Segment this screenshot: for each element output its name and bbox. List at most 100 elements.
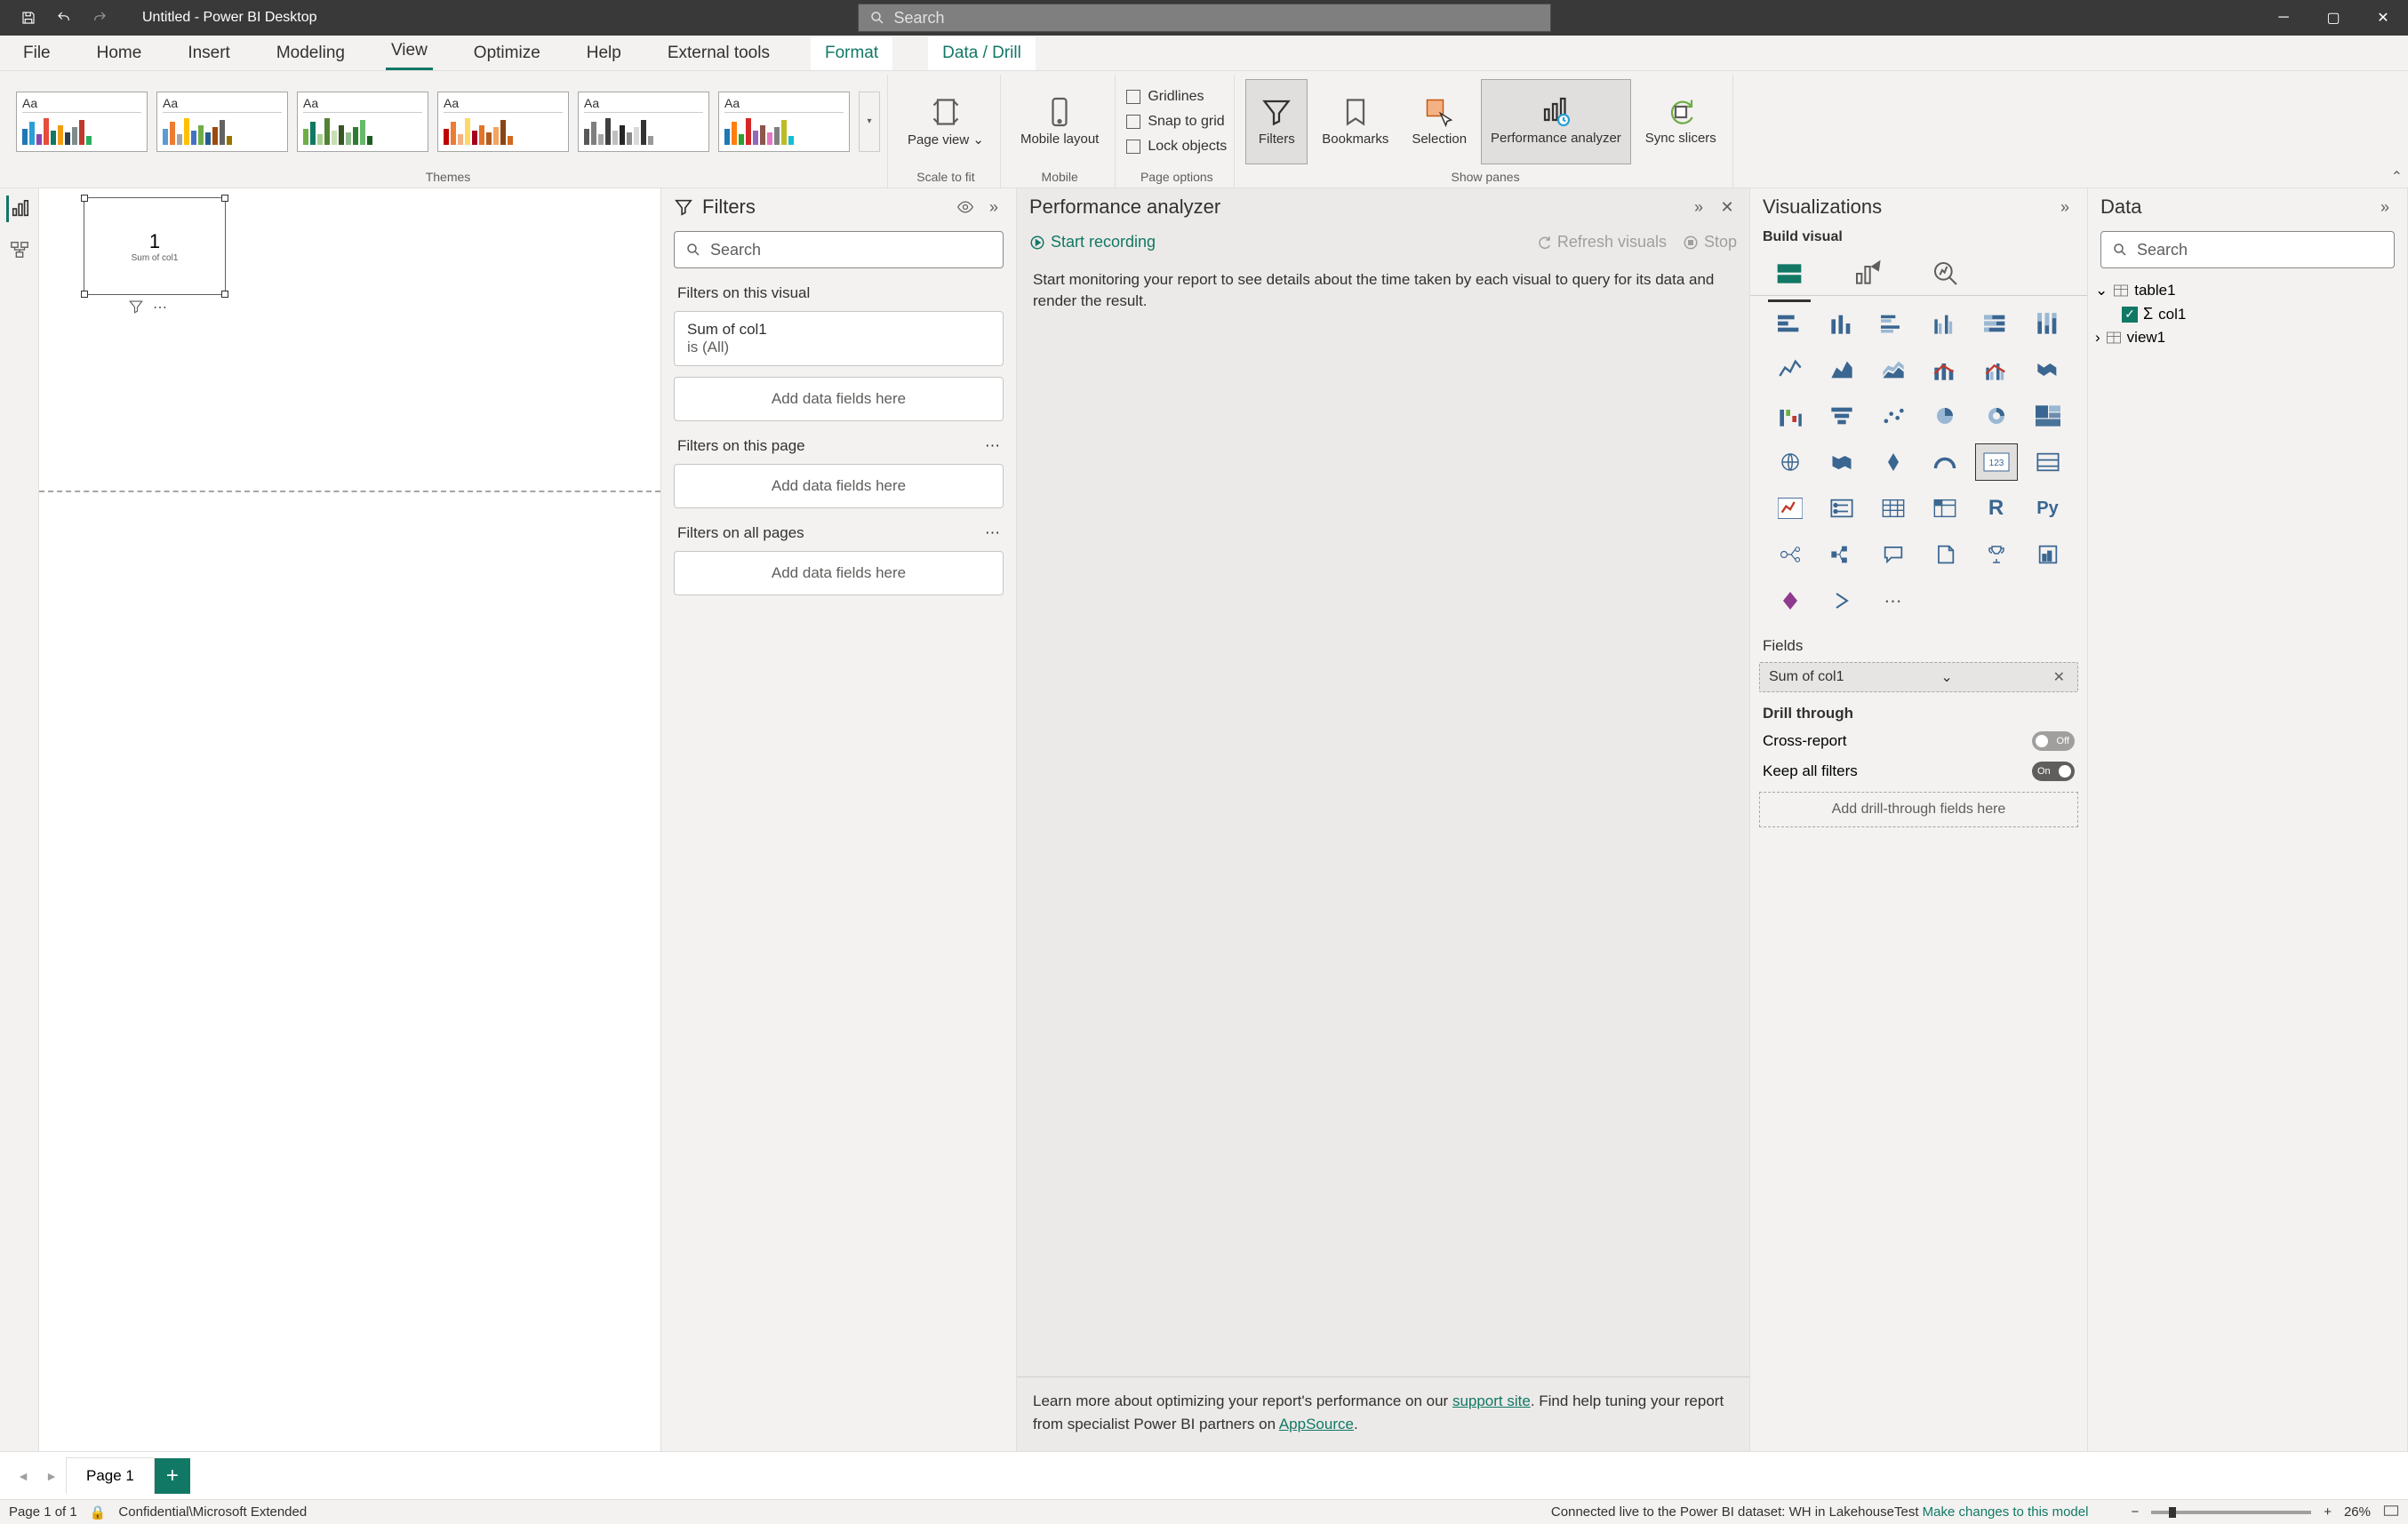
collapse-pane-icon[interactable]: » [2375, 197, 2395, 217]
chevron-right-icon[interactable]: › [2095, 329, 2100, 347]
save-icon[interactable] [18, 7, 39, 28]
tab-home[interactable]: Home [92, 36, 148, 70]
azure-map-icon[interactable] [1872, 443, 1915, 481]
filter-drop-all[interactable]: Add data fields here [674, 551, 1004, 595]
clustered-column-icon[interactable] [1924, 305, 1966, 342]
line-stacked-column-icon[interactable] [1924, 351, 1966, 388]
collapse-pane-icon[interactable]: » [984, 197, 1004, 217]
stacked-area-icon[interactable] [1872, 351, 1915, 388]
build-visual-tab[interactable] [1768, 252, 1811, 295]
close-pane-icon[interactable]: ✕ [1717, 197, 1737, 217]
tree-table-row[interactable]: ⌄ table1 [2095, 279, 2400, 302]
zoom-in-button[interactable]: + [2324, 1504, 2332, 1520]
theme-swatch[interactable]: Aa [16, 92, 148, 152]
slicer-icon[interactable] [1820, 490, 1863, 527]
column-checkbox[interactable]: ✓ [2122, 307, 2138, 323]
waterfall-icon[interactable] [1769, 397, 1812, 435]
filters-search[interactable]: Search [674, 231, 1004, 268]
clustered-bar-icon[interactable] [1872, 305, 1915, 342]
bookmarks-pane-button[interactable]: Bookmarks [1313, 79, 1397, 164]
page-tab[interactable]: Page 1 [66, 1457, 155, 1494]
stacked-bar-100-icon[interactable] [1975, 305, 2018, 342]
prev-page-icon[interactable]: ◄ [9, 1462, 37, 1490]
more-icon[interactable]: ⋯ [985, 437, 1000, 455]
report-view-icon[interactable] [6, 195, 33, 222]
analytics-tab[interactable] [1924, 252, 1967, 295]
theme-swatch[interactable]: Aa [718, 92, 850, 152]
line-chart-icon[interactable] [1769, 351, 1812, 388]
tab-external-tools[interactable]: External tools [662, 36, 775, 70]
model-view-icon[interactable] [6, 236, 33, 263]
matrix-icon[interactable] [1924, 490, 1966, 527]
tab-help[interactable]: Help [581, 36, 627, 70]
selection-pane-button[interactable]: Selection [1403, 79, 1476, 164]
donut-icon[interactable] [1975, 397, 2018, 435]
goals-icon[interactable] [1975, 536, 2018, 573]
lock-objects-checkbox[interactable]: Lock objects [1126, 137, 1227, 156]
treemap-icon[interactable] [2027, 397, 2069, 435]
filled-map-icon[interactable] [1820, 443, 1863, 481]
stacked-column-icon[interactable] [1820, 305, 1863, 342]
snap-to-grid-checkbox[interactable]: Snap to grid [1126, 112, 1227, 132]
theme-swatch[interactable]: Aa [578, 92, 709, 152]
redo-icon[interactable] [89, 7, 110, 28]
kpi-icon[interactable] [1769, 490, 1812, 527]
area-chart-icon[interactable] [1820, 351, 1863, 388]
support-site-link[interactable]: support site [1452, 1392, 1531, 1409]
start-recording-button[interactable]: Start recording [1029, 233, 1156, 251]
py-visual-icon[interactable]: Py [2027, 490, 2069, 527]
theme-gallery-expand[interactable]: ▾ [859, 92, 880, 152]
zoom-out-button[interactable]: − [2131, 1504, 2139, 1520]
field-well-item[interactable]: Sum of col1 ⌄ ✕ [1759, 662, 2078, 692]
minimize-button[interactable]: ─ [2259, 0, 2308, 36]
decomposition-tree-icon[interactable] [1820, 536, 1863, 573]
stacked-bar-icon[interactable] [1769, 305, 1812, 342]
appsource-link[interactable]: AppSource [1279, 1416, 1354, 1432]
tab-modeling[interactable]: Modeling [271, 36, 350, 70]
close-button[interactable]: ✕ [2358, 0, 2408, 36]
ribbon-collapse-icon[interactable]: ⌃ [2391, 168, 2403, 186]
funnel-icon[interactable] [1820, 397, 1863, 435]
power-automate-icon[interactable] [1820, 582, 1863, 619]
zoom-slider[interactable] [2151, 1511, 2311, 1514]
ribbon-chart-icon[interactable] [2027, 351, 2069, 388]
filter-card[interactable]: Sum of col1 is (All) [674, 311, 1004, 366]
card-icon[interactable]: 123 [1975, 443, 2018, 481]
filter-drop-visual[interactable]: Add data fields here [674, 377, 1004, 421]
card-visual[interactable]: 1 Sum of col1 [84, 197, 226, 295]
gridlines-checkbox[interactable]: Gridlines [1126, 87, 1227, 107]
get-more-visuals-icon[interactable]: ⋯ [1872, 582, 1915, 619]
tab-file[interactable]: File [18, 36, 56, 70]
collapse-pane-icon[interactable]: » [2055, 197, 2075, 217]
table-icon[interactable] [1872, 490, 1915, 527]
chevron-down-icon[interactable]: ⌄ [2095, 282, 2108, 299]
data-search[interactable]: Search [2100, 231, 2395, 268]
tree-column-row[interactable]: ✓ Σ col1 [2095, 302, 2400, 326]
power-apps-icon[interactable] [1769, 582, 1812, 619]
tab-optimize[interactable]: Optimize [468, 36, 546, 70]
maximize-button[interactable]: ▢ [2308, 0, 2358, 36]
performance-analyzer-button[interactable]: Performance analyzer [1481, 79, 1631, 164]
page-view-button[interactable]: Page view ⌄ [899, 79, 993, 164]
format-visual-tab[interactable] [1846, 252, 1889, 295]
global-search[interactable]: Search [858, 4, 1551, 32]
tab-insert[interactable]: Insert [182, 36, 236, 70]
cross-report-toggle[interactable]: Off [2032, 731, 2075, 751]
paginated-report-icon[interactable] [2027, 536, 2069, 573]
undo-icon[interactable] [53, 7, 75, 28]
scatter-icon[interactable] [1872, 397, 1915, 435]
filter-drop-page[interactable]: Add data fields here [674, 464, 1004, 508]
map-icon[interactable] [1769, 443, 1812, 481]
line-clustered-column-icon[interactable] [1975, 351, 2018, 388]
r-visual-icon[interactable]: R [1975, 490, 2018, 527]
collapse-pane-icon[interactable]: » [1689, 197, 1708, 217]
report-canvas[interactable]: 1 Sum of col1 ⋯ [39, 188, 661, 1451]
eye-icon[interactable] [956, 197, 975, 217]
sync-slicers-button[interactable]: Sync slicers [1636, 79, 1725, 164]
visual-filter-icon[interactable] [128, 299, 144, 319]
visual-more-icon[interactable]: ⋯ [153, 299, 167, 319]
qa-visual-icon[interactable] [1872, 536, 1915, 573]
stacked-column-100-icon[interactable] [2027, 305, 2069, 342]
smart-narrative-icon[interactable] [1924, 536, 1966, 573]
drill-through-drop[interactable]: Add drill-through fields here [1759, 792, 2078, 827]
